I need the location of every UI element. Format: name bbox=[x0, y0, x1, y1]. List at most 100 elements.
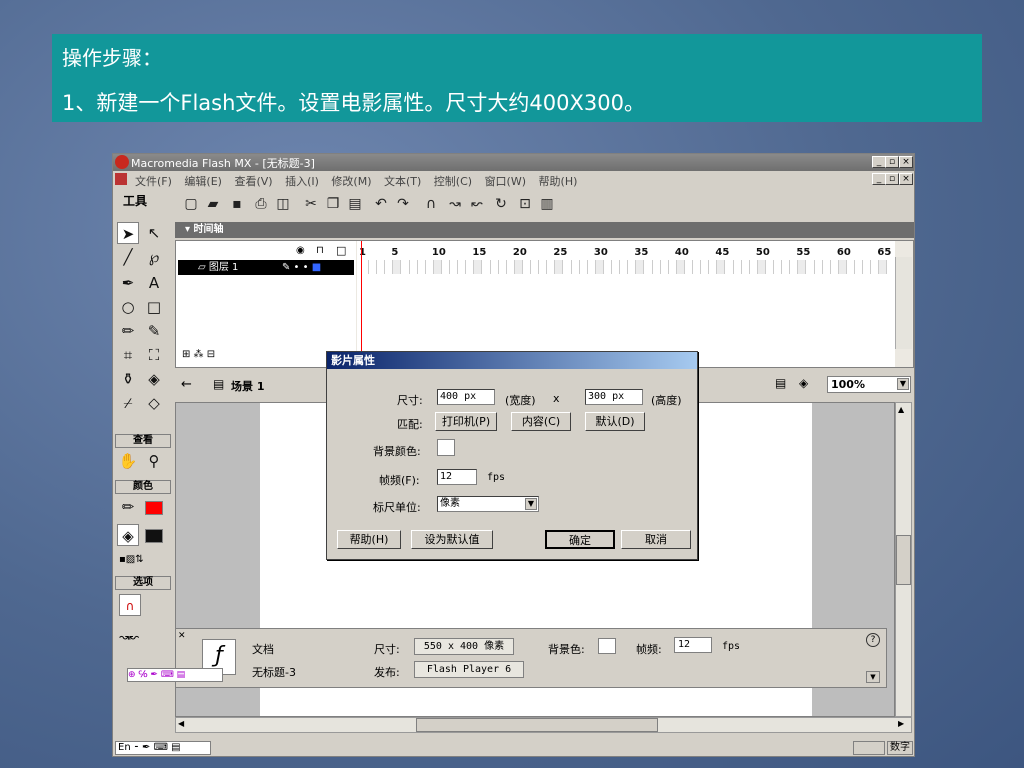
frame-cell[interactable] bbox=[644, 260, 653, 274]
ime-status[interactable]: En ⁃ ✒ ⌨ ▤ bbox=[115, 741, 211, 755]
pen-tool-icon[interactable]: ✒ bbox=[117, 272, 139, 294]
zoom-select[interactable]: 100% ▼ bbox=[827, 376, 911, 393]
frame-cell[interactable] bbox=[847, 260, 856, 274]
bg-color-picker[interactable] bbox=[437, 439, 455, 456]
frame-cell[interactable] bbox=[652, 260, 661, 274]
frame-cell[interactable] bbox=[523, 260, 532, 274]
scroll-up-icon[interactable]: ▲ bbox=[898, 405, 904, 414]
frame-cell[interactable] bbox=[822, 260, 831, 274]
back-arrow-icon[interactable]: ← bbox=[181, 377, 192, 392]
match-printer-button[interactable]: 打印机(P) bbox=[435, 412, 497, 431]
text-tool-icon[interactable]: A bbox=[143, 272, 165, 294]
frame-cell[interactable] bbox=[490, 260, 499, 274]
dialog-title-bar[interactable]: 影片属性 bbox=[327, 352, 697, 369]
frame-cell[interactable] bbox=[579, 260, 588, 274]
frame-cell[interactable] bbox=[393, 260, 402, 274]
frame-cell[interactable] bbox=[458, 260, 467, 274]
frame-cell[interactable] bbox=[693, 260, 702, 274]
stroke-color-swatch[interactable] bbox=[145, 501, 163, 515]
hand-tool-icon[interactable]: ✋ bbox=[117, 450, 139, 472]
add-layer-icons[interactable]: ⊞ ⁂ ⊟ bbox=[182, 349, 215, 360]
frame-cell[interactable] bbox=[555, 260, 564, 274]
new-file-icon[interactable]: ▢ bbox=[183, 196, 199, 212]
bg-color-swatch[interactable] bbox=[598, 638, 616, 654]
scroll-left-icon[interactable]: ◀ bbox=[178, 719, 184, 728]
frame-cell[interactable] bbox=[450, 260, 459, 274]
save-icon[interactable]: ▪ bbox=[229, 196, 245, 212]
publish-button[interactable]: Flash Player 6 bbox=[414, 661, 524, 678]
fill-color-swatch[interactable] bbox=[145, 529, 163, 543]
oval-tool-icon[interactable]: ○ bbox=[117, 296, 139, 318]
frame-cell[interactable] bbox=[377, 260, 386, 274]
frame-cell[interactable] bbox=[506, 260, 515, 274]
frame-cell[interactable] bbox=[855, 260, 864, 274]
frame-cell[interactable] bbox=[863, 260, 872, 274]
frame-cell[interactable] bbox=[595, 260, 604, 274]
frame-cell[interactable] bbox=[385, 260, 394, 274]
frame-cell[interactable] bbox=[417, 260, 426, 274]
minimize-button[interactable]: _ bbox=[872, 156, 886, 168]
print-preview-icon[interactable]: ◫ bbox=[275, 196, 291, 212]
menu-window[interactable]: 窗口(W) bbox=[485, 173, 526, 189]
eraser-tool-icon[interactable]: ◇ bbox=[143, 392, 165, 414]
frame-cell[interactable] bbox=[409, 260, 418, 274]
frame-cell[interactable] bbox=[790, 260, 799, 274]
snap-option-icon[interactable]: ∩ bbox=[119, 594, 141, 616]
frame-cell[interactable] bbox=[733, 260, 742, 274]
fill-color-icon[interactable]: ◈ bbox=[117, 524, 139, 546]
frame-cell[interactable] bbox=[442, 260, 451, 274]
ink-bottle-tool-icon[interactable]: ⚱ bbox=[117, 368, 139, 390]
undo-icon[interactable]: ↶ bbox=[373, 196, 389, 212]
frame-cell[interactable] bbox=[482, 260, 491, 274]
doc-close-button[interactable]: × bbox=[899, 173, 913, 185]
subselect-tool-icon[interactable]: ↖ bbox=[143, 222, 165, 244]
align-icon[interactable]: ▥ bbox=[539, 196, 555, 212]
smooth-options-icon[interactable]: ↝↜ bbox=[119, 630, 139, 644]
expand-icon[interactable]: ▼ bbox=[866, 671, 880, 683]
frame-cell[interactable] bbox=[879, 260, 888, 274]
rectangle-tool-icon[interactable]: □ bbox=[143, 296, 165, 318]
frames-grid[interactable]: 1 5 10 15 20 25 30 35 40 45 50 55 60 65 bbox=[357, 241, 896, 367]
frame-cell[interactable] bbox=[660, 260, 669, 274]
frame-cell[interactable] bbox=[725, 260, 734, 274]
frame-rate-input[interactable]: 12 bbox=[437, 469, 477, 485]
frame-cell[interactable] bbox=[717, 260, 726, 274]
frame-cell[interactable] bbox=[466, 260, 475, 274]
swap-colors-icon[interactable]: ▪▨⇅ bbox=[119, 554, 144, 565]
frame-cell[interactable] bbox=[757, 260, 766, 274]
frame-cell[interactable] bbox=[531, 260, 540, 274]
match-default-button[interactable]: 默认(D) bbox=[585, 412, 645, 431]
frame-cell[interactable] bbox=[369, 260, 378, 274]
copy-icon[interactable]: ❐ bbox=[325, 196, 341, 212]
ok-button[interactable]: 确定 bbox=[545, 530, 615, 549]
arrow-tool-icon[interactable]: ➤ bbox=[117, 222, 139, 244]
redo-icon[interactable]: ↷ bbox=[395, 196, 411, 212]
outline-icon[interactable]: □ bbox=[336, 244, 346, 257]
print-icon[interactable]: ⎙ bbox=[253, 196, 269, 212]
frame-cell[interactable] bbox=[361, 260, 370, 274]
frame-cell[interactable] bbox=[774, 260, 783, 274]
help-button[interactable]: 帮助(H) bbox=[337, 530, 401, 549]
cancel-button[interactable]: 取消 bbox=[621, 530, 691, 549]
open-folder-icon[interactable]: ▰ bbox=[205, 196, 221, 212]
timeline-header[interactable]: ▾ 时间轴 bbox=[175, 222, 914, 238]
menu-modify[interactable]: 修改(M) bbox=[331, 173, 371, 189]
free-transform-tool-icon[interactable]: ⌗ bbox=[117, 344, 139, 366]
menu-view[interactable]: 查看(V) bbox=[234, 173, 272, 189]
doc-maximize-button[interactable]: ▫ bbox=[885, 173, 899, 185]
edit-symbol-icon[interactable]: ◈ bbox=[799, 376, 808, 390]
lasso-tool-icon[interactable]: ℘ bbox=[143, 246, 165, 268]
rotate-icon[interactable]: ↻ bbox=[493, 196, 509, 212]
frame-cell[interactable] bbox=[539, 260, 548, 274]
frame-cell[interactable] bbox=[871, 260, 880, 274]
menu-text[interactable]: 文本(T) bbox=[384, 173, 421, 189]
frame-cell[interactable] bbox=[425, 260, 434, 274]
match-contents-button[interactable]: 内容(C) bbox=[511, 412, 571, 431]
frame-cell[interactable] bbox=[636, 260, 645, 274]
frame-cell[interactable] bbox=[830, 260, 839, 274]
eye-icon[interactable]: ◉ bbox=[296, 245, 305, 256]
frame-cell[interactable] bbox=[514, 260, 523, 274]
frame-cell[interactable] bbox=[798, 260, 807, 274]
straighten-icon[interactable]: ↜ bbox=[469, 196, 485, 212]
frame-cell[interactable] bbox=[474, 260, 483, 274]
